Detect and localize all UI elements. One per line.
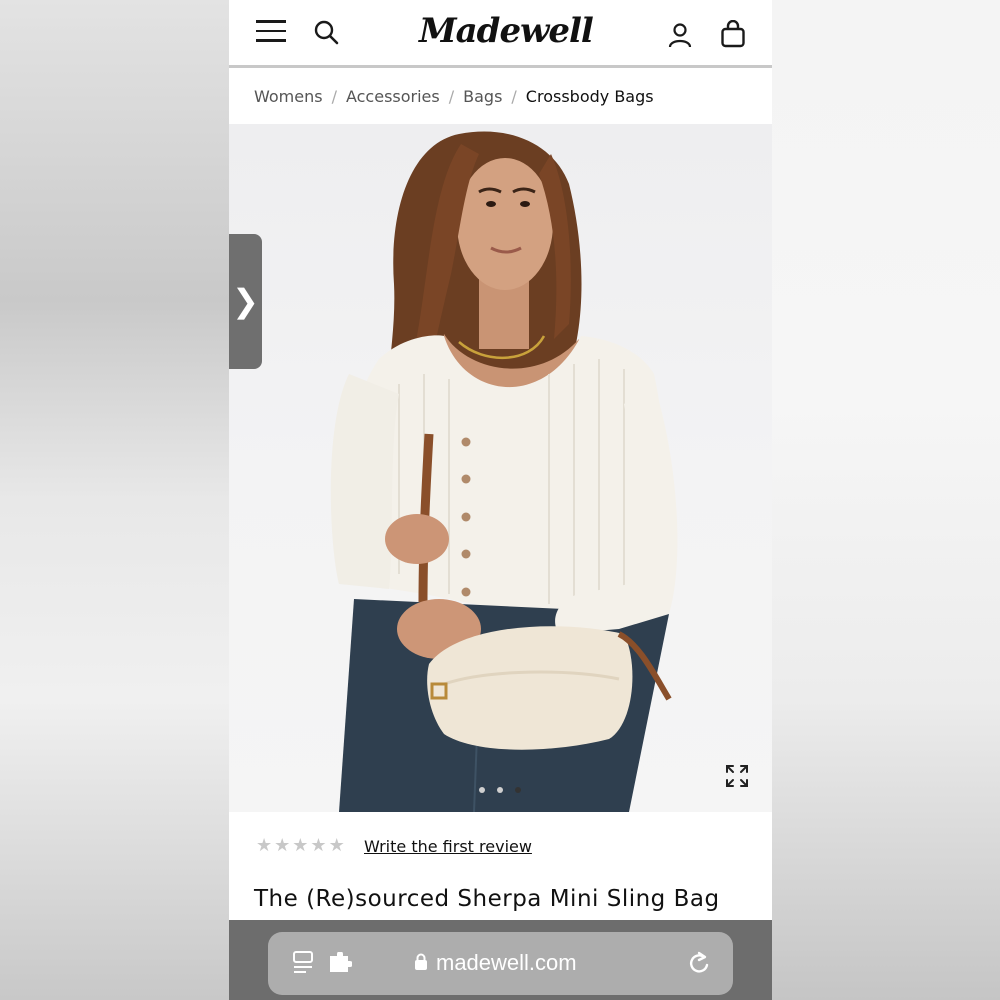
search-icon[interactable] xyxy=(313,19,339,45)
breadcrumb-current: Crossbody Bags xyxy=(525,86,654,106)
chevron-right-icon: ❯ xyxy=(232,282,259,320)
site-header: Madewell xyxy=(229,0,772,68)
breadcrumb-separator: / xyxy=(331,86,337,106)
star-icon: ★ xyxy=(292,835,309,856)
lock-icon xyxy=(415,953,427,970)
star-icon: ★ xyxy=(328,835,345,856)
reload-icon[interactable] xyxy=(688,951,712,977)
shopping-bag-icon[interactable] xyxy=(720,20,746,48)
breadcrumb-accessories[interactable]: Accessories xyxy=(346,87,440,106)
side-drawer-tab[interactable]: ❯ xyxy=(229,234,262,369)
expand-icon[interactable] xyxy=(725,764,749,788)
product-image[interactable]: ❯ xyxy=(229,124,772,812)
carousel-dots xyxy=(479,787,521,793)
carousel-dot-active[interactable] xyxy=(515,787,521,793)
url-text[interactable]: madewell.com xyxy=(436,948,577,978)
breadcrumb: Womens / Accessories / Bags / Crossbody … xyxy=(254,84,654,108)
carousel-dot[interactable] xyxy=(479,787,485,793)
product-title: The (Re)sourced Sherpa Mini Sling Bag xyxy=(254,886,720,912)
breadcrumb-separator: / xyxy=(511,86,517,106)
model-photo xyxy=(330,131,678,812)
site-logo[interactable]: Madewell xyxy=(419,6,594,56)
carousel-dot[interactable] xyxy=(497,787,503,793)
account-icon[interactable] xyxy=(667,22,693,48)
background-left xyxy=(0,0,229,1000)
hamburger-icon[interactable] xyxy=(256,20,286,42)
breadcrumb-bags[interactable]: Bags xyxy=(463,87,502,106)
breadcrumb-separator: / xyxy=(448,86,455,106)
mobile-screen: Madewell Womens / Accessories / Bags / C… xyxy=(229,0,772,1000)
reader-mode-icon[interactable] xyxy=(292,950,314,976)
star-icon: ★ xyxy=(310,835,327,856)
rating-stars: ★ ★ ★ ★ ★ xyxy=(256,837,345,855)
browser-toolbar: madewell.com xyxy=(229,920,772,1000)
breadcrumb-womens[interactable]: Womens xyxy=(254,87,323,106)
address-bar[interactable]: madewell.com xyxy=(268,932,733,995)
star-icon: ★ xyxy=(274,835,291,856)
product-info: ★ ★ ★ ★ ★ Write the first review The (Re… xyxy=(229,812,772,920)
background-right xyxy=(772,0,1000,1000)
star-icon: ★ xyxy=(256,835,273,856)
write-review-link[interactable]: Write the first review xyxy=(364,837,532,856)
extension-icon[interactable] xyxy=(328,952,352,974)
